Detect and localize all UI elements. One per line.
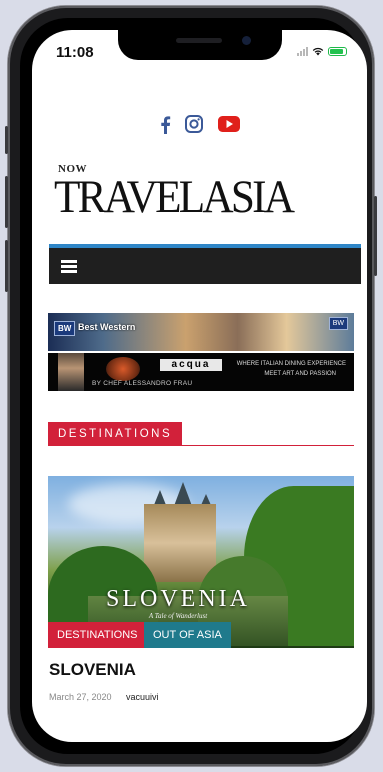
notch — [118, 30, 282, 60]
mute-switch — [5, 126, 8, 154]
image-title: SLOVENIA — [106, 586, 250, 612]
chef-photo — [58, 353, 84, 391]
hamburger-menu-icon[interactable] — [61, 260, 77, 273]
post-title[interactable]: SLOVENIA — [49, 660, 136, 680]
status-icons — [297, 46, 347, 56]
ad-brand-name: Best Western — [78, 322, 136, 332]
castle — [144, 504, 216, 582]
category-tag-out-of-asia[interactable]: OUT OF ASIA — [144, 622, 231, 648]
wifi-icon — [312, 47, 324, 55]
instagram-icon[interactable] — [184, 114, 204, 134]
hotel-ad-banner[interactable]: BW Best Western BW — [48, 313, 354, 351]
front-camera — [242, 36, 251, 45]
volume-up-button — [5, 176, 8, 228]
section-divider — [48, 445, 354, 446]
castle-tower-roof — [174, 482, 192, 506]
ad-logo: BW — [54, 321, 76, 336]
featured-post-image[interactable]: SLOVENIA A Tale of Wanderlust DESTINATIO… — [48, 476, 354, 648]
ad-restaurant-logo: acqua — [160, 359, 222, 371]
ad-chef-credit: BY CHEF ALESSANDRO FRAU — [92, 380, 193, 387]
main-navbar — [49, 244, 361, 284]
site-logo[interactable]: TRAVELASIA — [54, 170, 332, 224]
post-date: March 27, 2020 — [49, 692, 112, 702]
status-time: 11:08 — [56, 44, 94, 61]
post-author[interactable]: vacuuivi — [126, 692, 159, 702]
youtube-icon[interactable] — [217, 115, 241, 133]
ad-logo-right: BW — [328, 317, 348, 330]
section-title[interactable]: DESTINATIONS — [48, 422, 183, 446]
battery-icon — [328, 46, 347, 56]
signal-icon — [297, 46, 308, 56]
restaurant-ad-banner[interactable]: acqua BY CHEF ALESSANDRO FRAU WHERE ITAL… — [48, 353, 354, 391]
ad-tagline-2: MEET ART AND PASSION — [264, 371, 336, 377]
dish-photo — [106, 357, 140, 381]
phone-frame: 11:08 NOW TRAVELASIA BW Best Western BW … — [5, 6, 377, 766]
phone-screen: 11:08 NOW TRAVELASIA BW Best Western BW … — [32, 30, 367, 742]
ad-tagline-1: WHERE ITALIAN DINING EXPERIENCE — [236, 361, 346, 367]
category-tag-destinations[interactable]: DESTINATIONS — [48, 622, 147, 648]
facebook-icon[interactable] — [159, 115, 171, 134]
power-button — [374, 196, 377, 276]
speaker — [176, 38, 222, 43]
social-links — [32, 114, 367, 134]
image-subtitle: A Tale of Wanderlust — [148, 612, 208, 620]
volume-down-button — [5, 240, 8, 292]
